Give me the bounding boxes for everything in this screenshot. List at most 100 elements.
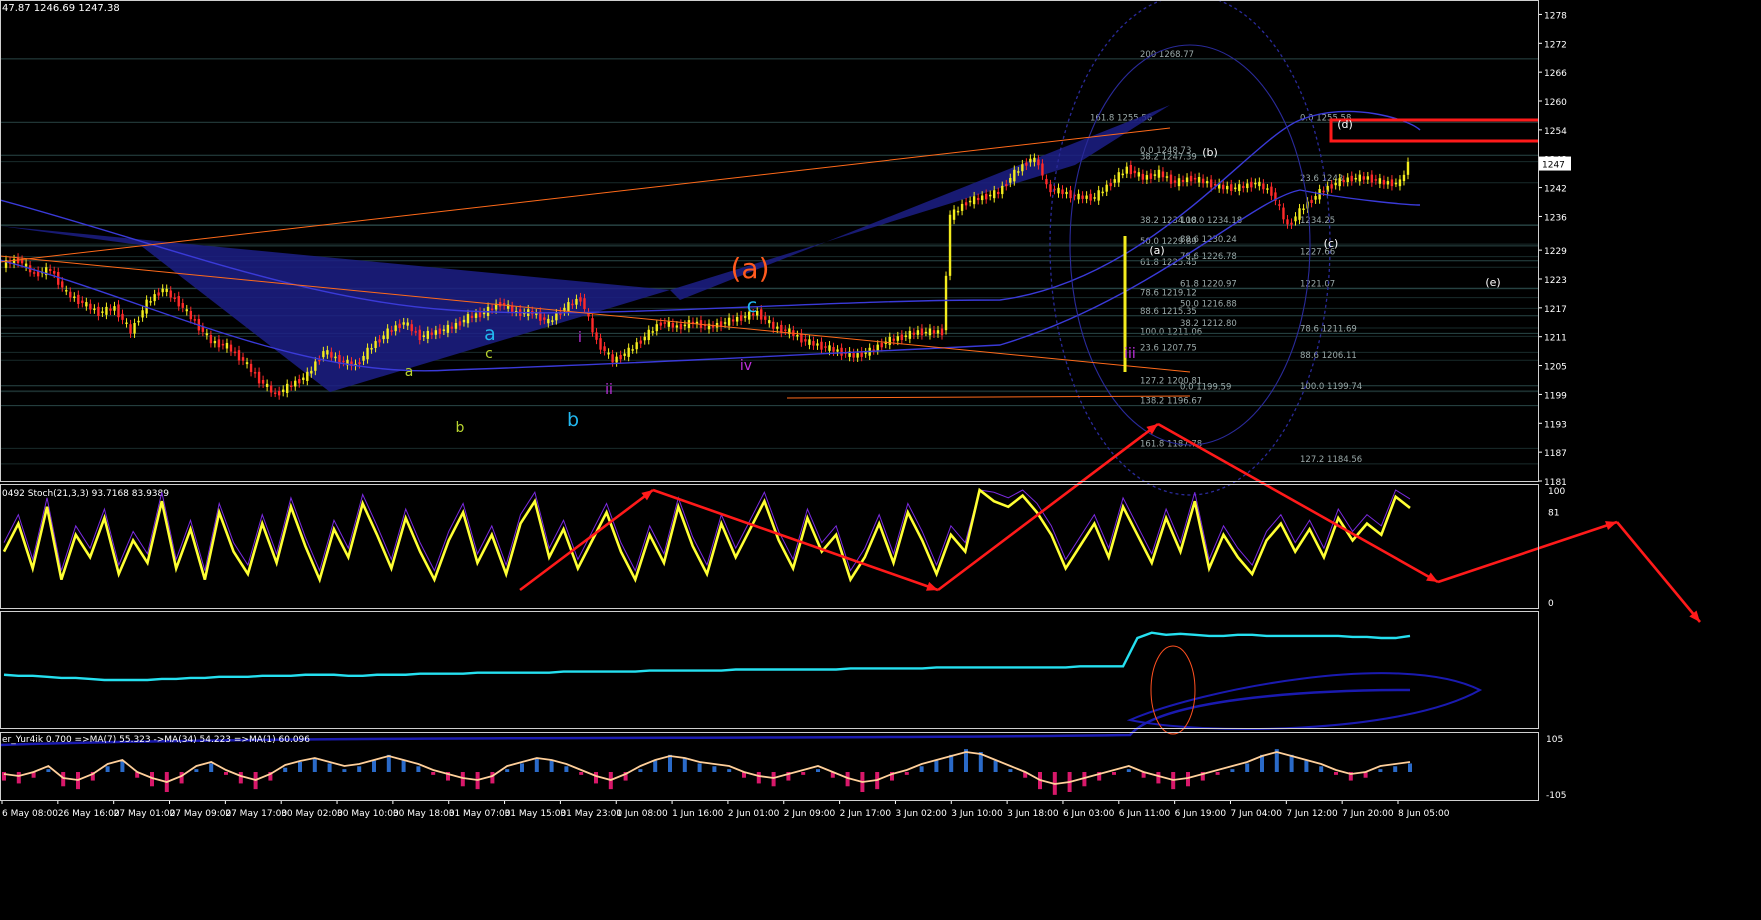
candle-body xyxy=(904,335,908,337)
oscillator-bar xyxy=(505,769,510,772)
candle-body xyxy=(768,320,771,324)
candle-body xyxy=(1121,173,1124,176)
candle-body xyxy=(277,391,281,396)
candle-body xyxy=(611,354,614,363)
candle-body xyxy=(727,317,731,326)
wave-label: (d) xyxy=(1337,118,1353,131)
candle-body xyxy=(1258,181,1261,187)
price-axis: 1278127212661260125412481242123612291223… xyxy=(1538,0,1761,920)
oscillator-bar xyxy=(1008,769,1013,772)
candle-body xyxy=(1278,204,1281,206)
candle-body xyxy=(181,303,184,308)
candle-body xyxy=(772,321,775,329)
candle-body xyxy=(1370,174,1374,183)
candle-body xyxy=(856,353,859,358)
candle-body xyxy=(820,341,823,350)
candle-body xyxy=(952,209,956,220)
candle-body xyxy=(1338,178,1341,187)
time-tick-label: 3 Jun 02:00 xyxy=(895,809,947,819)
candle-body xyxy=(1314,196,1317,200)
candle-body xyxy=(1390,179,1394,187)
candle-body xyxy=(1394,182,1398,185)
oscillator-bar xyxy=(594,772,598,784)
candle-body xyxy=(796,335,799,337)
time-tick-label: 8 Jun 05:00 xyxy=(1398,809,1450,819)
candle-body xyxy=(687,320,691,329)
candle-body xyxy=(1005,184,1008,187)
candle-body xyxy=(1169,174,1173,184)
candle-body xyxy=(302,377,305,380)
candle-body xyxy=(880,342,883,348)
oscillator-bar xyxy=(1378,769,1383,772)
stoch-tick-label: 100 xyxy=(1548,487,1565,497)
oscillator-bar xyxy=(490,772,495,784)
candle-body xyxy=(1049,184,1052,193)
candle-body xyxy=(1330,184,1333,189)
candle-body xyxy=(1093,197,1096,199)
candle-body xyxy=(48,268,52,272)
candle-body xyxy=(1197,177,1201,183)
candle-body xyxy=(414,331,417,333)
candle-body xyxy=(989,194,992,197)
candle-body xyxy=(257,371,261,384)
oscillator-bar xyxy=(638,769,643,772)
candle-body xyxy=(997,191,1000,195)
candle-body xyxy=(964,202,968,206)
candle-body xyxy=(418,329,421,341)
candle-body xyxy=(619,354,622,360)
oscillator-bar xyxy=(431,772,436,775)
candle-body xyxy=(924,331,928,334)
candle-body xyxy=(1037,159,1040,166)
oscillator-bar xyxy=(682,757,687,772)
time-tick-label: 1 Jun 16:00 xyxy=(672,809,724,819)
fib-level-label: 138.2 1196.67 xyxy=(1140,397,1202,407)
candle-body xyxy=(1374,179,1378,181)
candle-body xyxy=(1398,179,1402,187)
price-tick-label: 1205 xyxy=(1544,363,1567,373)
candle-body xyxy=(1193,177,1197,180)
oscillator-bar xyxy=(1126,769,1131,772)
wave-label: (a) xyxy=(1149,244,1164,257)
trading-chart[interactable]: 200 1268.77161.8 1255.56 0.0 1255.580.0 1… xyxy=(0,0,1761,920)
oscillator-bar xyxy=(727,769,732,772)
candle-body xyxy=(269,385,273,393)
oscillator-header: er_Yur4ik 0.700 =>MA(7) 55.323 ->MA(34) … xyxy=(2,735,310,745)
oscillator-bar xyxy=(61,772,66,787)
candle-body xyxy=(93,308,96,311)
candle-body xyxy=(840,347,843,356)
candle-body xyxy=(1097,190,1100,201)
candle-body xyxy=(161,288,164,293)
wave-label: a xyxy=(405,364,414,380)
oscillator-bar xyxy=(1304,760,1309,772)
candle-body xyxy=(374,341,377,349)
candle-body xyxy=(1406,161,1410,175)
candle-body xyxy=(113,306,116,311)
candle-body xyxy=(1057,187,1060,194)
wave-label: c xyxy=(747,295,757,317)
candle-body xyxy=(237,350,241,361)
wave-label: ii xyxy=(605,382,613,398)
candle-body xyxy=(137,320,140,323)
candle-body xyxy=(607,352,610,355)
candle-body xyxy=(281,389,285,393)
fib-level-label: 88.6 1206.11 xyxy=(1300,351,1357,361)
fib-level-label: 127.2 1184.56 xyxy=(1300,455,1362,465)
candle-body xyxy=(73,296,76,299)
candle-body xyxy=(1017,171,1020,173)
candle-body xyxy=(1250,181,1253,188)
candle-body xyxy=(940,328,944,336)
candle-body xyxy=(1294,216,1297,222)
fib-level-label: 1221.07 xyxy=(1300,279,1335,289)
candle-body xyxy=(1133,170,1137,174)
candle-body xyxy=(221,343,225,346)
candle-body xyxy=(1358,174,1361,182)
candle-body xyxy=(968,200,972,203)
oscillator-bar xyxy=(238,772,243,784)
candle-body xyxy=(1153,174,1157,176)
candle-body xyxy=(65,290,68,292)
candle-body xyxy=(177,296,180,307)
candle-body xyxy=(77,294,80,304)
time-tick-label: 2 Jun 01:00 xyxy=(728,809,780,819)
candle-body xyxy=(470,315,474,318)
candle-body xyxy=(603,346,606,352)
